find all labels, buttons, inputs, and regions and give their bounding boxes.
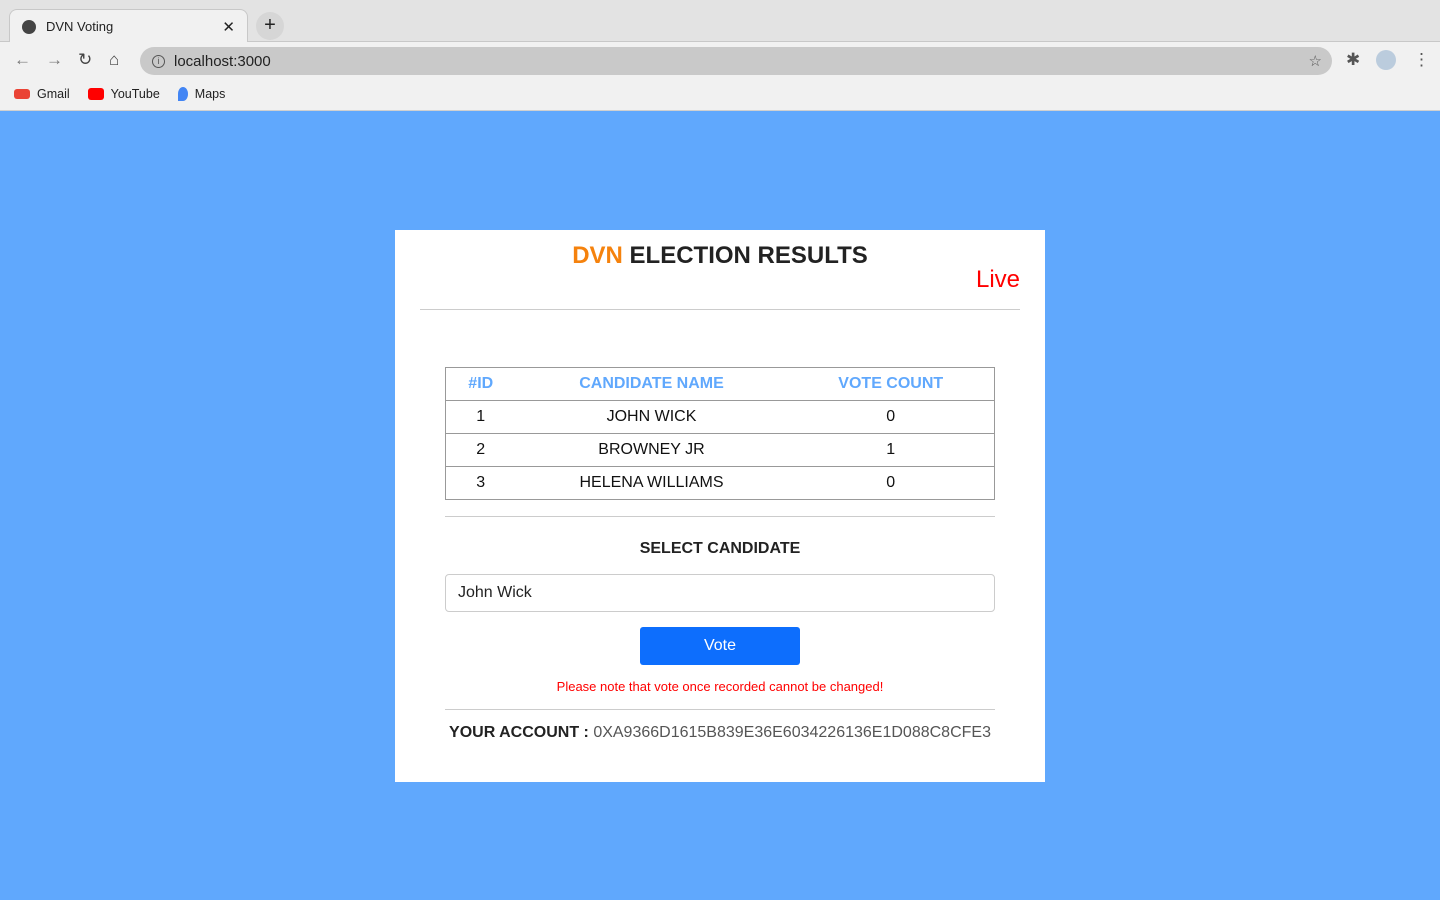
bookmark-gmail[interactable]: Gmail: [14, 87, 70, 101]
cell-name: HELENA WILLIAMS: [515, 466, 788, 500]
table-row: 3 HELENA WILLIAMS 0: [445, 466, 995, 500]
candidate-select[interactable]: John Wick: [445, 574, 995, 612]
tab-dvn-voting[interactable]: DVN Voting ✕: [9, 9, 248, 43]
bookmark-label: Gmail: [37, 87, 70, 101]
maps-icon: [177, 87, 188, 101]
warning-note: Please note that vote once recorded cann…: [556, 679, 884, 694]
gmail-icon: [14, 89, 30, 99]
title-text: ELECTION RESULTS: [629, 242, 868, 269]
tab-title: DVN Voting: [46, 19, 114, 34]
brand-text: DVN: [572, 242, 623, 269]
bookmark-label: YouTube: [110, 87, 160, 101]
table-row: 1 JOHN WICK 0: [445, 400, 995, 434]
menu-icon[interactable]: ⋮: [1413, 50, 1430, 70]
bookmarks-bar: Gmail YouTube Maps: [0, 78, 1440, 110]
cell-id: 3: [445, 466, 516, 500]
account-label: YOUR ACCOUNT :: [449, 724, 589, 741]
table-header: #ID CANDIDATE NAME VOTE COUNT: [445, 367, 995, 401]
browser-chrome: DVN Voting ✕ + ← → ↻ ⌂ i localhost:3000 …: [0, 0, 1440, 111]
bookmark-youtube[interactable]: YouTube: [87, 87, 160, 101]
results-card: DVN ELECTION RESULTS Live #ID CANDIDATE …: [395, 230, 1045, 782]
cell-votes: 0: [787, 466, 995, 500]
live-status: Live: [975, 266, 1020, 293]
cell-votes: 1: [787, 433, 995, 467]
address-bar[interactable]: i localhost:3000 ☆: [140, 47, 1332, 75]
new-tab-button[interactable]: +: [256, 12, 284, 40]
globe-icon: [22, 19, 36, 34]
forward-icon[interactable]: →: [46, 50, 63, 70]
header-votes: VOTE COUNT: [787, 367, 995, 401]
page-title: DVN ELECTION RESULTS: [395, 242, 1045, 270]
youtube-icon: [87, 88, 104, 100]
reload-icon[interactable]: ↻: [78, 50, 92, 70]
select-label: SELECT CANDIDATE: [639, 540, 801, 557]
toolbar: ← → ↻ ⌂ i localhost:3000 ☆ ✱ ⋮: [0, 42, 1440, 78]
results-table: #ID CANDIDATE NAME VOTE COUNT 1 JOHN WICK…: [445, 367, 995, 500]
back-icon[interactable]: ←: [14, 50, 31, 70]
account-value: 0XA9366D1615B839E36E6034226136E1D088C8CF…: [593, 724, 991, 741]
bookmark-label: Maps: [194, 87, 226, 101]
info-icon[interactable]: i: [152, 54, 165, 68]
tab-strip: DVN Voting ✕ +: [0, 0, 1440, 43]
extensions-icon[interactable]: ✱: [1346, 50, 1360, 70]
account-info: YOUR ACCOUNT : 0XA9366D1615B839E36E60342…: [395, 724, 1045, 742]
table-row: 2 BROWNEY JR 1: [445, 433, 995, 467]
home-icon[interactable]: ⌂: [109, 50, 119, 70]
divider: [445, 709, 995, 710]
header-name: CANDIDATE NAME: [515, 367, 788, 401]
profile-avatar[interactable]: [1376, 50, 1396, 70]
close-tab-icon[interactable]: ✕: [222, 18, 235, 36]
divider: [445, 516, 995, 517]
url-text: localhost:3000: [174, 52, 271, 70]
header-id: #ID: [445, 367, 516, 401]
vote-button[interactable]: Vote: [640, 627, 800, 665]
cell-id: 1: [445, 400, 516, 434]
bookmark-maps[interactable]: Maps: [177, 87, 226, 101]
bookmark-star-icon[interactable]: ☆: [1309, 52, 1322, 70]
divider: [420, 309, 1020, 310]
cell-votes: 0: [787, 400, 995, 434]
cell-id: 2: [445, 433, 516, 467]
cell-name: JOHN WICK: [515, 400, 788, 434]
cell-name: BROWNEY JR: [515, 433, 788, 467]
